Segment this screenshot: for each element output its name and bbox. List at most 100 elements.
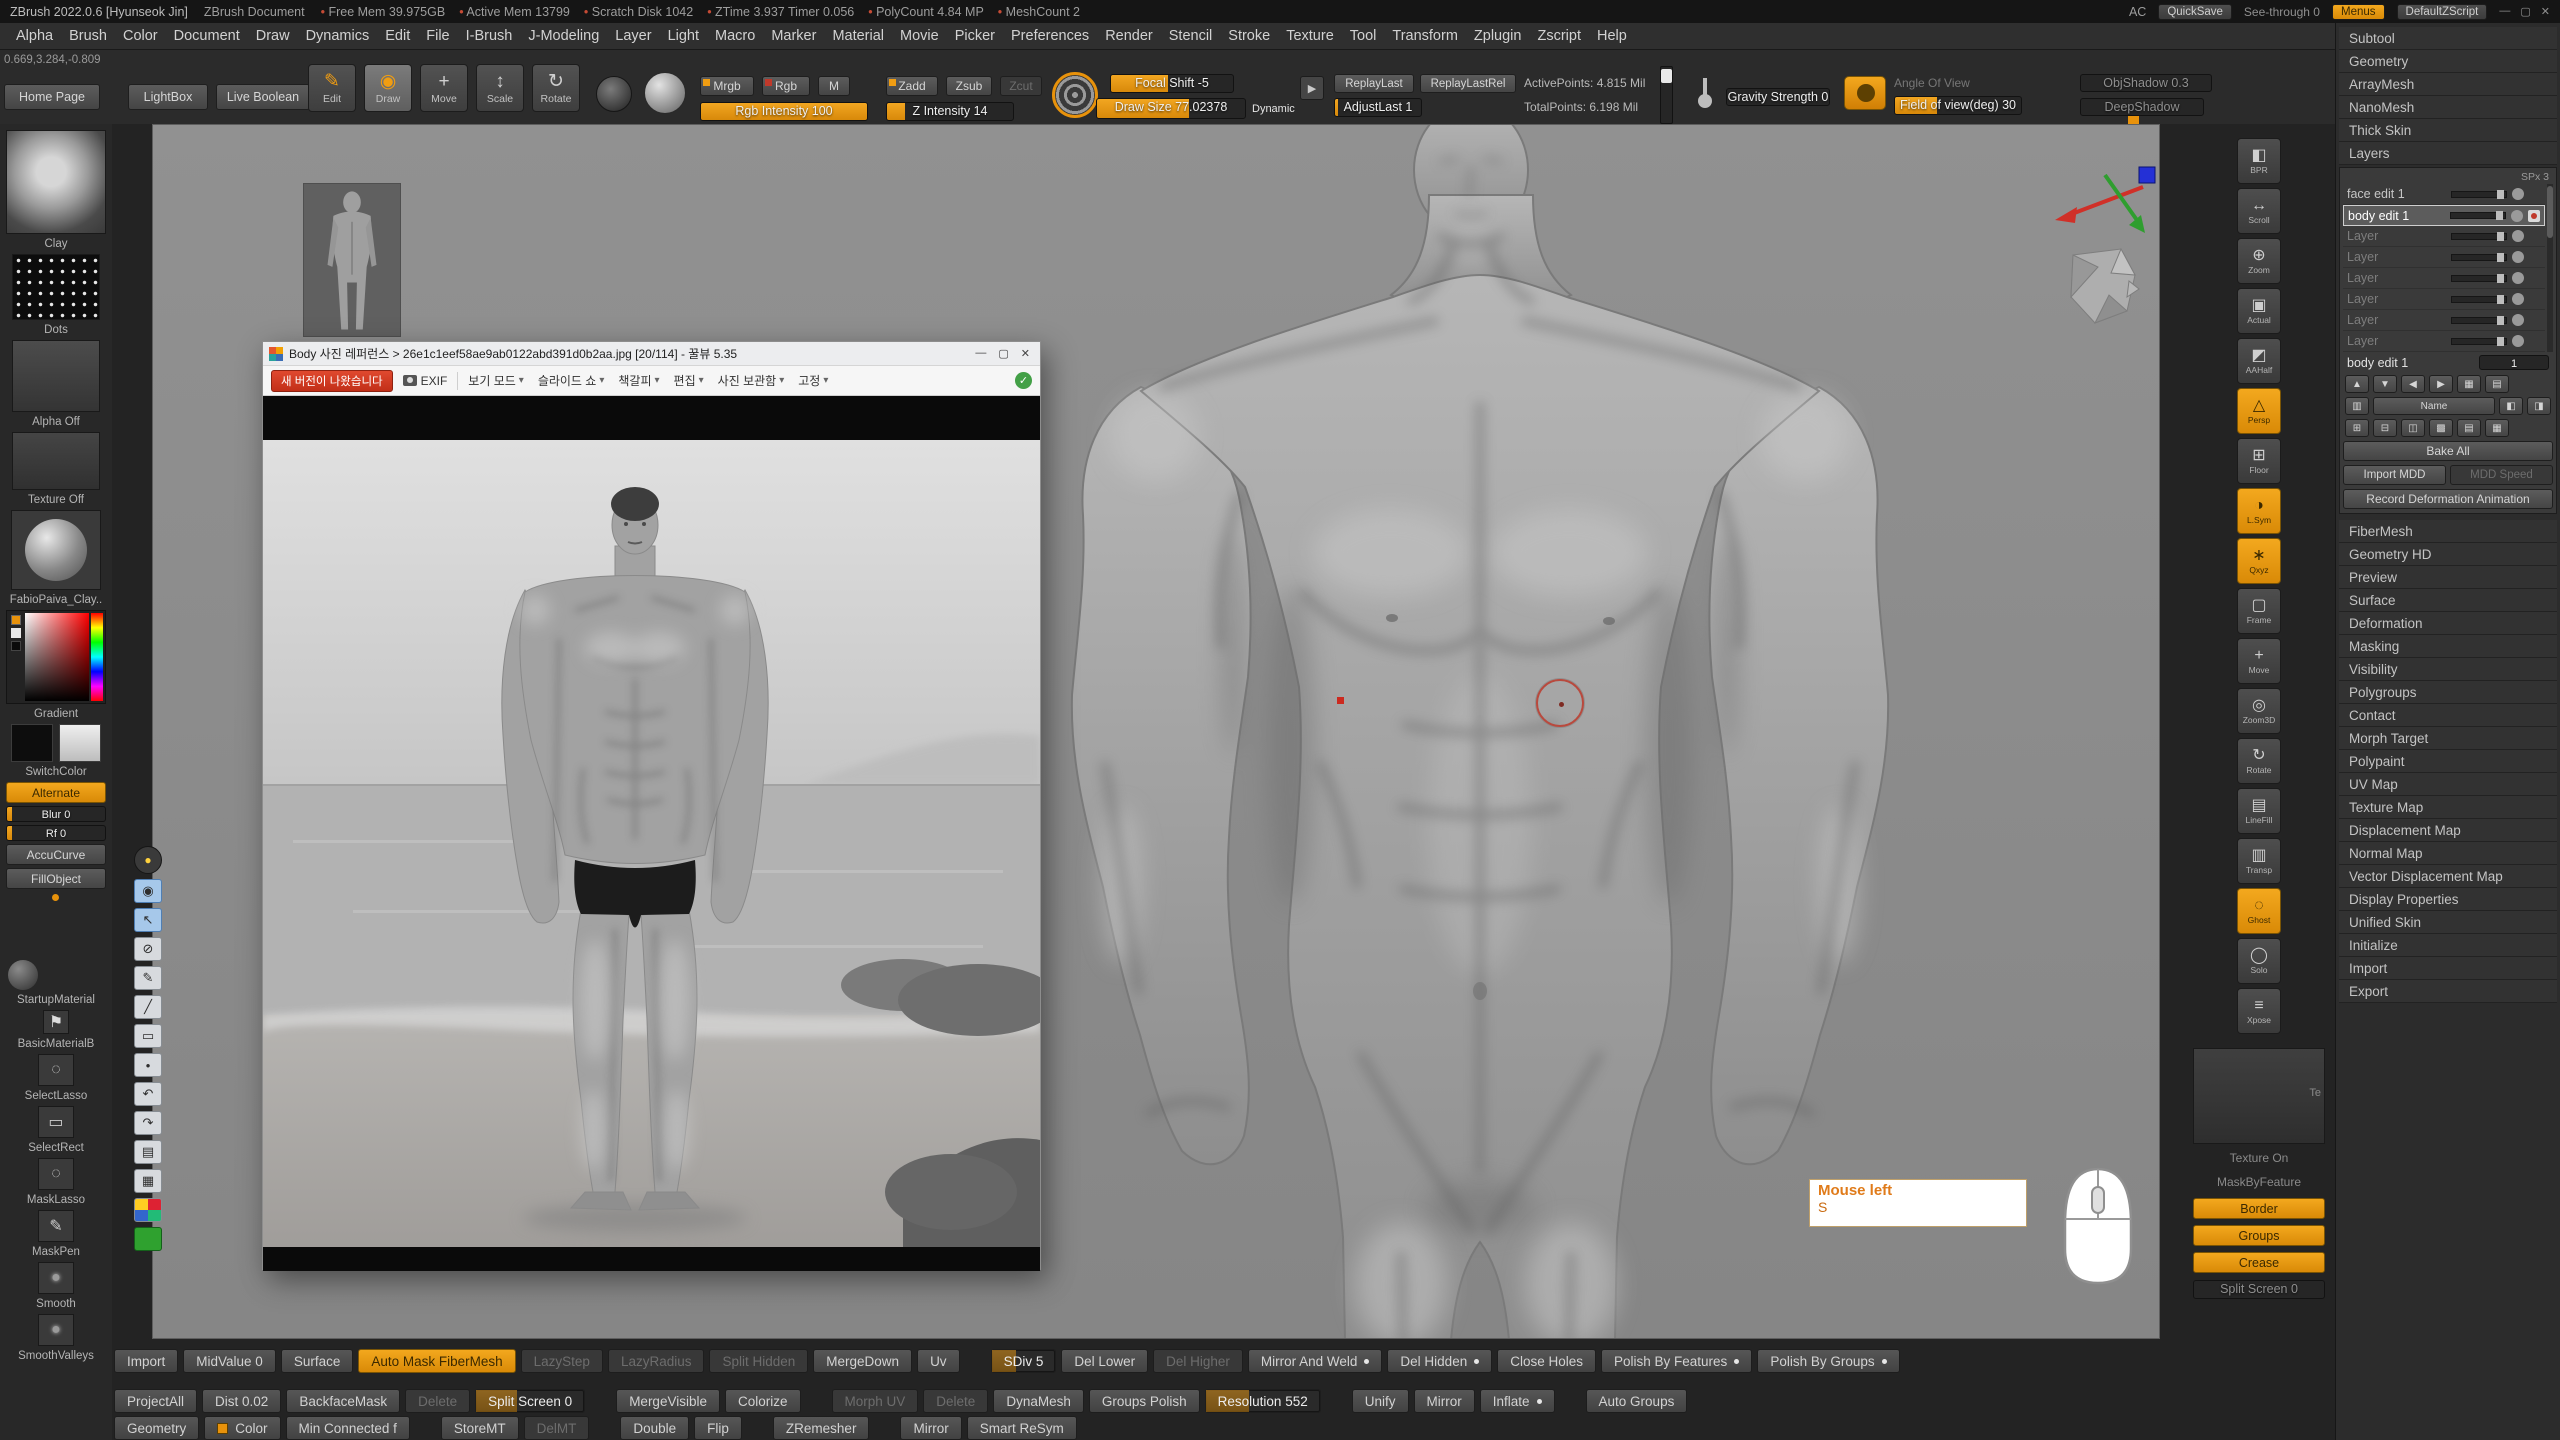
viewer-maximize-icon[interactable] — [998, 347, 1008, 360]
right-shelf-button[interactable]: ◎ Zoom3D — [2237, 688, 2281, 734]
bottom-bar-button[interactable]: LazyStep — [521, 1349, 603, 1373]
live-boolean-button[interactable]: Live Boolean — [216, 84, 310, 110]
bottom-bar-button[interactable]: Auto Groups — [1586, 1389, 1688, 1413]
layer-intensity-slider[interactable]: 1 — [2479, 355, 2549, 370]
layers-scrollbar[interactable] — [2547, 184, 2553, 352]
pen-icon[interactable]: ✎ — [134, 966, 162, 990]
bottom-bar-button[interactable]: Mirror — [1414, 1389, 1475, 1413]
right-shelf-button[interactable]: ◧ BPR — [2237, 138, 2281, 184]
layer-visibility-icon[interactable] — [2512, 188, 2524, 200]
groups-button[interactable]: Groups — [2193, 1225, 2325, 1246]
zadd-button[interactable]: Zadd — [886, 76, 938, 96]
layer-row[interactable]: Layer — [2343, 226, 2545, 247]
tool-palette-section[interactable]: Export — [2339, 980, 2557, 1003]
gravity-strength-slider[interactable]: Gravity Strength 0 — [1726, 88, 1830, 106]
record-deformation-button[interactable]: Record Deformation Animation — [2343, 489, 2553, 509]
bottom-bar-button[interactable]: ProjectAll — [114, 1389, 197, 1413]
menu-item[interactable]: Draw — [248, 25, 298, 47]
tool-palette-section[interactable]: Polypaint — [2339, 750, 2557, 773]
replay-last-button[interactable]: ReplayLast — [1334, 74, 1414, 93]
right-shelf-button[interactable]: ∗ Qxyz — [2237, 538, 2281, 584]
viewer-menu-item[interactable]: 사진 보관함 — [718, 372, 785, 389]
draw-size-slider[interactable]: Draw Size 77.02378 — [1096, 98, 1246, 119]
stroke-thumbnail[interactable] — [12, 254, 100, 320]
layer-visibility-icon[interactable] — [2512, 272, 2524, 284]
material-thumbnail[interactable] — [11, 510, 101, 590]
menu-item[interactable]: Dynamics — [298, 25, 378, 47]
lightbox-button[interactable]: LightBox — [128, 84, 208, 110]
document-canvas[interactable]: Mouse left S Body 사진 레퍼런스 > 26e1c1eef58a… — [152, 124, 2160, 1339]
accucurve-button[interactable]: AccuCurve — [6, 844, 106, 865]
right-shelf-button[interactable]: ≡ Xpose — [2237, 988, 2281, 1034]
see-through-slider[interactable]: See-through 0 — [2244, 5, 2320, 19]
right-shelf-button[interactable]: ▢ Frame — [2237, 588, 2281, 634]
brush-thumbnail[interactable] — [6, 130, 106, 234]
layer-move-down-icon[interactable] — [2373, 375, 2397, 393]
viewer-titlebar[interactable]: Body 사진 레퍼런스 > 26e1c1eef58ae9ab0122abd39… — [263, 342, 1040, 366]
layer-grid-icon[interactable] — [2485, 419, 2509, 437]
bottom-bar-button[interactable]: Del Higher — [1153, 1349, 1243, 1373]
mask-by-feature-button[interactable]: MaskByFeature — [2193, 1172, 2325, 1192]
layer-row[interactable]: Layer — [2343, 310, 2545, 331]
menu-item[interactable]: Brush — [61, 25, 115, 47]
stroke-preview-icon[interactable] — [596, 76, 632, 112]
clipboard-icon[interactable]: ▦ — [134, 1169, 162, 1193]
bottom-bar-button[interactable]: Uv — [917, 1349, 960, 1373]
layer-prev-icon[interactable] — [2401, 375, 2425, 393]
right-shelf-button[interactable]: ▣ Actual — [2237, 288, 2281, 334]
layer-visibility-icon[interactable] — [2512, 230, 2524, 242]
obj-shadow-slider[interactable]: ObjShadow 0.3 — [2080, 74, 2212, 92]
import-mdd-button[interactable]: Import MDD — [2343, 465, 2446, 485]
camera-icon[interactable] — [1844, 76, 1886, 110]
bottom-bar-button[interactable]: LazyRadius — [608, 1349, 705, 1373]
layer-next-icon[interactable] — [2429, 375, 2453, 393]
viewer-minimize-icon[interactable] — [975, 347, 986, 360]
mode-button[interactable]: Move — [420, 64, 468, 112]
bottom-bar-button[interactable]: ZRemesher — [773, 1416, 870, 1440]
alternate-button[interactable]: Alternate — [6, 782, 106, 803]
menus-button[interactable]: Menus — [2332, 4, 2385, 20]
layer-merge-icon[interactable] — [2345, 397, 2369, 415]
replay-last-rel-button[interactable]: ReplayLastRel — [1420, 74, 1516, 93]
tool-palette-section[interactable]: Import — [2339, 957, 2557, 980]
texture-on-button[interactable]: Texture On — [2193, 1148, 2325, 1168]
tool-thumbnail[interactable] — [38, 1210, 74, 1242]
bottom-bar-button[interactable]: Colorize — [725, 1389, 801, 1413]
viewer-menu-item[interactable]: 고정 — [798, 372, 828, 389]
mdd-speed-button[interactable]: MDD Speed — [2450, 465, 2553, 485]
menu-item[interactable]: J-Modeling — [520, 25, 607, 47]
tool-palette-section[interactable]: Subtool — [2339, 27, 2557, 50]
layer-strength-slider[interactable] — [2450, 212, 2506, 219]
tool-palette-section[interactable]: Geometry HD — [2339, 543, 2557, 566]
bottom-bar-button[interactable]: SDiv 5 — [991, 1349, 1057, 1373]
rf-slider[interactable]: Rf 0 — [6, 825, 106, 841]
texture-slot-thumbnail[interactable]: Te — [2193, 1048, 2325, 1144]
flag-icon[interactable] — [43, 1010, 69, 1034]
layer-split-left-icon[interactable] — [2499, 397, 2523, 415]
material-preview-sphere[interactable] — [6, 892, 106, 990]
mode-button[interactable]: Rotate — [532, 64, 580, 112]
layer-row[interactable]: Layer — [2343, 289, 2545, 310]
bottom-bar-button[interactable]: Del Lower — [1061, 1349, 1148, 1373]
menu-item[interactable]: Zscript — [1529, 25, 1589, 47]
redo-icon[interactable]: ↷ — [134, 1111, 162, 1135]
alpha-thumbnail[interactable] — [12, 340, 100, 412]
bottom-bar-button[interactable]: Auto Mask FiberMesh — [358, 1349, 515, 1373]
tool-thumbnail[interactable] — [38, 1158, 74, 1190]
mode-button[interactable]: Edit — [308, 64, 356, 112]
layers-section-header[interactable]: Layers — [2339, 142, 2557, 165]
bottom-bar-button[interactable]: Mirror — [900, 1416, 961, 1440]
bottom-bar-button[interactable]: Smart ReSym — [967, 1416, 1077, 1440]
bottom-bar-button[interactable]: StoreMT — [441, 1416, 519, 1440]
bottom-bar-button[interactable]: Split Hidden — [709, 1349, 808, 1373]
menu-item[interactable]: Picker — [947, 25, 1003, 47]
viewer-close-icon[interactable] — [1021, 347, 1030, 360]
menu-item[interactable]: Texture — [1278, 25, 1342, 47]
right-shelf-button[interactable]: ↻ Rotate — [2237, 738, 2281, 784]
tool-thumbnail[interactable] — [38, 1054, 74, 1086]
border-button[interactable]: Border — [2193, 1198, 2325, 1219]
right-shelf-button[interactable]: ⊕ Zoom — [2237, 238, 2281, 284]
default-zscript-button[interactable]: DefaultZScript — [2397, 4, 2488, 20]
right-shelf-button[interactable]: ◩ AAHalf — [2237, 338, 2281, 384]
maximize-icon[interactable] — [2520, 5, 2530, 18]
